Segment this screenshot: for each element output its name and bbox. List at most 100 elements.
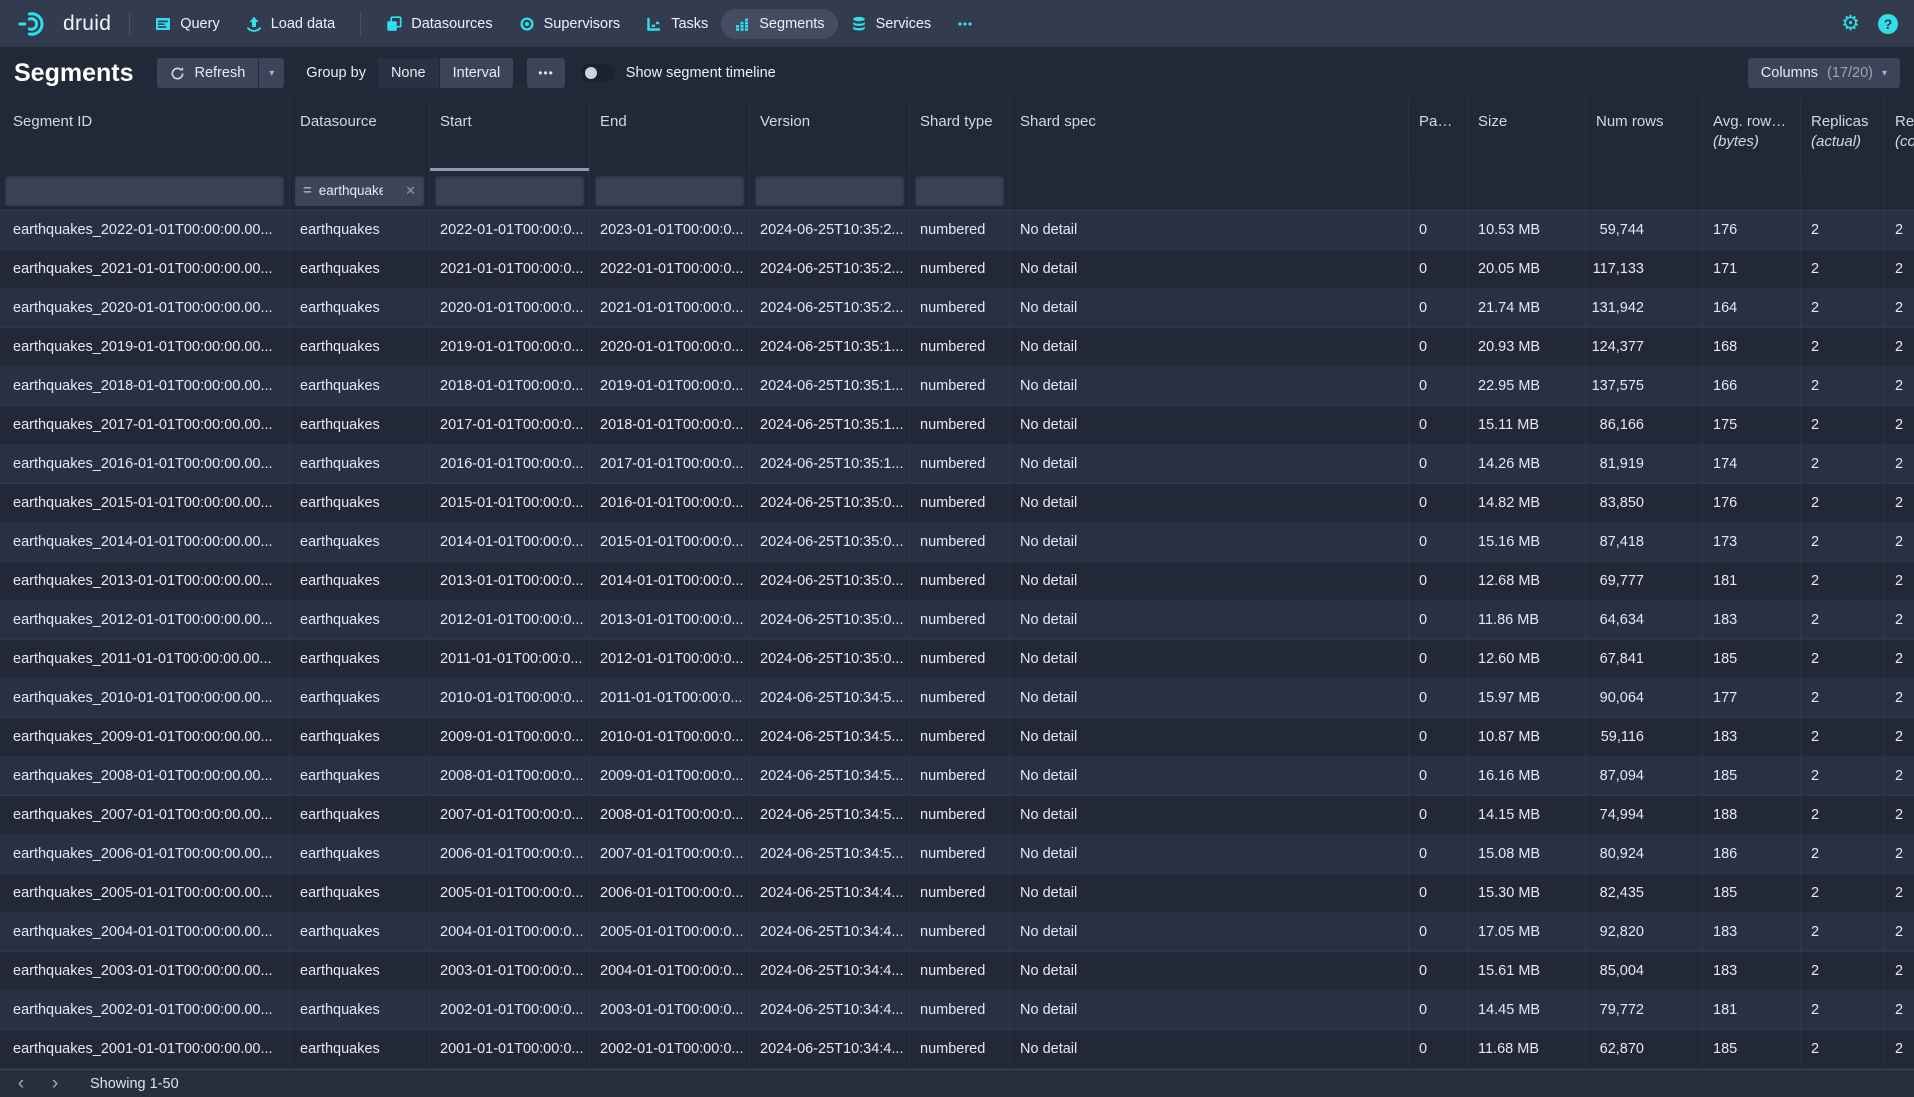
group-by-interval-button[interactable]: Interval	[440, 58, 514, 88]
column-header-label: Start	[440, 113, 579, 130]
filter-input-version[interactable]	[755, 176, 904, 206]
refresh-button[interactable]: Refresh	[157, 58, 258, 88]
filter-chip-value: earthquake	[319, 183, 383, 198]
cell-shard-spec: No detail	[1010, 289, 1409, 327]
segment-timeline-toggle[interactable]	[581, 64, 615, 82]
nav-item-services[interactable]: Services	[838, 9, 945, 39]
nav-item-supervisors[interactable]: Supervisors	[506, 9, 634, 39]
column-header-label: Version	[760, 113, 899, 130]
toolbar-more-button[interactable]: •••	[527, 58, 565, 88]
cell-avg-row-size: 176	[1703, 211, 1801, 249]
refresh-dropdown-button[interactable]: ▾	[259, 58, 284, 88]
column-header-num-rows[interactable]: Num rows	[1586, 99, 1703, 171]
cell-shard-type: numbered	[910, 952, 1010, 990]
table-row[interactable]: earthquakes_2008-01-01T00:00:00.00...ear…	[0, 757, 1914, 796]
table-row[interactable]: earthquakes_2010-01-01T00:00:00.00...ear…	[0, 679, 1914, 718]
previous-page-button[interactable]: ‹	[4, 1070, 38, 1097]
nav-item-segments[interactable]: Segments	[721, 9, 837, 39]
table-row[interactable]: earthquakes_2002-01-01T00:00:00.00...ear…	[0, 991, 1914, 1030]
cell-replicas: 2	[1801, 406, 1885, 444]
filter-input-segment-id[interactable]	[5, 176, 284, 206]
column-header-size[interactable]: Size	[1468, 99, 1586, 171]
nav-item-datasources[interactable]: Datasources	[373, 9, 505, 39]
remove-filter-icon[interactable]: ✕	[405, 183, 416, 199]
next-page-button[interactable]: ›	[38, 1070, 72, 1097]
settings-gear-icon[interactable]: ⚙	[1841, 13, 1860, 34]
table-row[interactable]: earthquakes_2015-01-01T00:00:00.00...ear…	[0, 484, 1914, 523]
cell-shard-spec: No detail	[1010, 328, 1409, 366]
column-header-shard-spec[interactable]: Shard spec	[1010, 99, 1409, 171]
table-row[interactable]: earthquakes_2006-01-01T00:00:00.00...ear…	[0, 835, 1914, 874]
cell-replication-factor: 2	[1885, 991, 1914, 1029]
column-header-shard-type[interactable]: Shard type	[910, 99, 1010, 171]
column-header-start[interactable]: Start	[430, 99, 590, 171]
table-row[interactable]: earthquakes_2001-01-01T00:00:00.00...ear…	[0, 1030, 1914, 1069]
nav-more-button[interactable]	[944, 9, 986, 39]
column-header-label: Size	[1478, 113, 1575, 130]
cell-num-rows: 124,377	[1586, 328, 1703, 366]
cell-size: 15.08 MB	[1468, 835, 1586, 873]
nav-item-query[interactable]: Query	[142, 9, 233, 39]
table-row[interactable]: earthquakes_2012-01-01T00:00:00.00...ear…	[0, 601, 1914, 640]
cell-size: 14.45 MB	[1468, 991, 1586, 1029]
table-row[interactable]: earthquakes_2021-01-01T00:00:00.00...ear…	[0, 250, 1914, 289]
table-row[interactable]: earthquakes_2016-01-01T00:00:00.00...ear…	[0, 445, 1914, 484]
cell-partition: 0	[1409, 835, 1468, 873]
table-row[interactable]: earthquakes_2013-01-01T00:00:00.00...ear…	[0, 562, 1914, 601]
cell-start: 2010-01-01T00:00:0...	[430, 679, 590, 717]
query-icon	[155, 16, 171, 32]
table-row[interactable]: earthquakes_2009-01-01T00:00:00.00...ear…	[0, 718, 1914, 757]
column-header-end[interactable]: End	[590, 99, 750, 171]
cell-replication-factor: 2	[1885, 874, 1914, 912]
cell-avg-row-size: 164	[1703, 289, 1801, 327]
table-row[interactable]: earthquakes_2014-01-01T00:00:00.00...ear…	[0, 523, 1914, 562]
table-row[interactable]: earthquakes_2003-01-01T00:00:00.00...ear…	[0, 952, 1914, 991]
cell-start: 2006-01-01T00:00:0...	[430, 835, 590, 873]
table-row[interactable]: earthquakes_2017-01-01T00:00:00.00...ear…	[0, 406, 1914, 445]
cell-end: 2020-01-01T00:00:0...	[590, 328, 750, 366]
column-header-replication-factor[interactable]: Replication factor(configured)	[1885, 99, 1914, 171]
cell-segment-id: earthquakes_2019-01-01T00:00:00.00...	[0, 328, 290, 366]
cell-start: 2011-01-01T00:00:0...	[430, 640, 590, 678]
column-header-avg-row-size[interactable]: Avg. row size(bytes)	[1703, 99, 1801, 171]
cell-version: 2024-06-25T10:35:1...	[750, 328, 910, 366]
help-icon[interactable]: ?	[1878, 14, 1898, 34]
nav-item-load-data[interactable]: Load data	[233, 9, 349, 39]
filter-cell-datasource: =earthquake✕	[290, 171, 430, 210]
filter-input-start[interactable]	[435, 176, 584, 206]
table-row[interactable]: earthquakes_2005-01-01T00:00:00.00...ear…	[0, 874, 1914, 913]
table-row[interactable]: earthquakes_2004-01-01T00:00:00.00...ear…	[0, 913, 1914, 952]
app-logo[interactable]: druid	[12, 9, 117, 39]
column-header-label: End	[600, 113, 739, 130]
cell-segment-id: earthquakes_2013-01-01T00:00:00.00...	[0, 562, 290, 600]
column-header-partition[interactable]: Partit...	[1409, 99, 1468, 171]
filter-cell-start	[430, 171, 590, 210]
filter-cell-version	[750, 171, 910, 210]
cell-partition: 0	[1409, 523, 1468, 561]
column-header-label: Num rows	[1596, 113, 1692, 130]
cell-start: 2002-01-01T00:00:0...	[430, 991, 590, 1029]
cell-num-rows: 83,850	[1586, 484, 1703, 522]
column-header-datasource[interactable]: Datasource	[290, 99, 430, 171]
cell-start: 2012-01-01T00:00:0...	[430, 601, 590, 639]
column-header-replicas[interactable]: Replicas(actual)	[1801, 99, 1885, 171]
filter-input-end[interactable]	[595, 176, 744, 206]
columns-button[interactable]: Columns (17/20) ▾	[1748, 58, 1900, 88]
table-row[interactable]: earthquakes_2018-01-01T00:00:00.00...ear…	[0, 367, 1914, 406]
nav-item-tasks[interactable]: Tasks	[633, 9, 721, 39]
datasource-filter-chip[interactable]: =earthquake✕	[295, 176, 424, 206]
column-header-segment-id[interactable]: Segment ID	[0, 99, 290, 171]
table-row[interactable]: earthquakes_2020-01-01T00:00:00.00...ear…	[0, 289, 1914, 328]
column-header-version[interactable]: Version	[750, 99, 910, 171]
table-row[interactable]: earthquakes_2022-01-01T00:00:00.00...ear…	[0, 211, 1914, 250]
table-row[interactable]: earthquakes_2019-01-01T00:00:00.00...ear…	[0, 328, 1914, 367]
nav-divider	[360, 13, 361, 35]
table-row[interactable]: earthquakes_2007-01-01T00:00:00.00...ear…	[0, 796, 1914, 835]
filter-cell-replication-factor	[1885, 171, 1914, 210]
table-row[interactable]: earthquakes_2011-01-01T00:00:00.00...ear…	[0, 640, 1914, 679]
cell-num-rows: 131,942	[1586, 289, 1703, 327]
cell-datasource: earthquakes	[290, 484, 430, 522]
filter-input-shard-type[interactable]	[915, 176, 1004, 206]
chevron-down-icon: ▾	[1882, 68, 1887, 79]
group-by-none-button[interactable]: None	[378, 58, 439, 88]
